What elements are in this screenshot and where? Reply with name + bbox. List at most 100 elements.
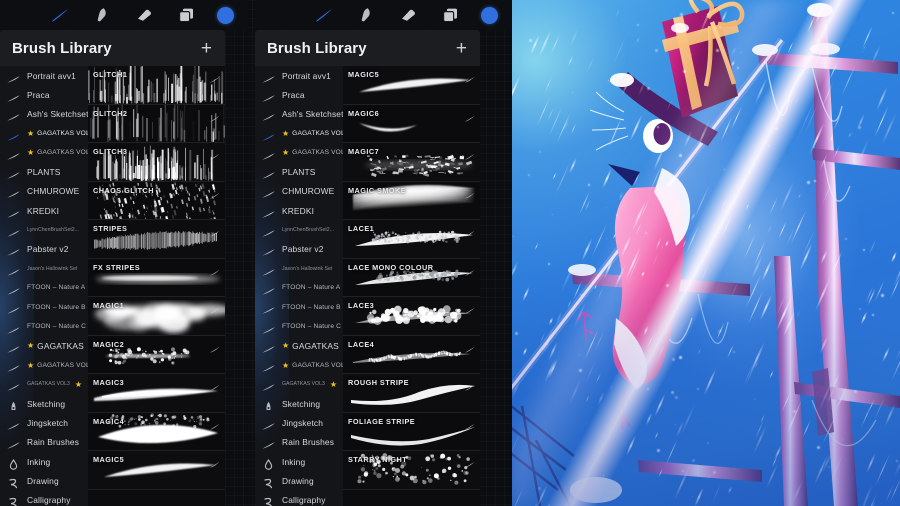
brush-item[interactable]: LACE MONO COLOUR: [343, 258, 480, 297]
brush-item[interactable]: MAGIC1: [88, 297, 225, 336]
brush-stroke-icon: [6, 341, 22, 353]
brush-library-panel-right: Brush Library + Portrait avv1 Praca Ash'…: [255, 30, 480, 506]
brush-item[interactable]: GLITCH2: [88, 104, 225, 143]
brush-stroke-icon: [261, 90, 277, 102]
brush-set-item[interactable]: FTOON – Nature C: [255, 317, 343, 336]
brush-item[interactable]: LACE1: [343, 220, 480, 259]
brush-name-label: MAGIC7: [348, 147, 380, 156]
brush-set-item[interactable]: Drawing: [0, 471, 88, 490]
brush-stroke-icon: [261, 109, 277, 121]
smudge-tool[interactable]: [91, 4, 113, 26]
brush-set-list[interactable]: Portrait avv1 Praca Ash's Sketchset ★ GAG…: [0, 66, 88, 506]
layers-tool[interactable]: [175, 4, 197, 26]
brush-item[interactable]: GLITCH1: [88, 66, 225, 105]
brush-set-item[interactable]: FTOON – Nature B: [0, 298, 88, 317]
brush-name-label: STARRY NIGHT: [348, 455, 408, 464]
brush-tool[interactable]: [49, 4, 71, 26]
brush-set-label: FTOON – Nature B: [282, 303, 341, 311]
artwork-canvas[interactable]: [512, 0, 900, 506]
brush-set-item[interactable]: ★ GAGATKAS VOL2: [0, 355, 88, 374]
brush-set-item[interactable]: Rain Brushes: [0, 433, 88, 452]
brush-set-item[interactable]: ★ GAGATKAS VOL2: [255, 355, 343, 374]
brush-set-item[interactable]: Jason's Hallowink Set: [0, 259, 88, 278]
brush-thumbnail-list[interactable]: MAGIC5 MAGIC6 MAGIC7 MAGIC SMOKE LACE1 L…: [343, 66, 480, 506]
brush-set-item[interactable]: Calligraphy: [0, 491, 88, 506]
brush-set-item[interactable]: GAGATKAS VOL3 ★: [0, 375, 88, 394]
brush-item[interactable]: MAGIC SMOKE: [343, 181, 480, 220]
brush-set-item[interactable]: Inking: [0, 452, 88, 471]
brush-set-item[interactable]: ★ GAGATKAS: [255, 336, 343, 355]
brush-set-item[interactable]: FTOON – Nature C: [0, 317, 88, 336]
brush-set-item[interactable]: CHMUROWE: [255, 182, 343, 201]
brush-set-item[interactable]: Jingsketch: [255, 413, 343, 432]
brush-set-item[interactable]: PLANTS: [0, 162, 88, 181]
brush-set-item[interactable]: ★ GAGATKAS VOL2: [0, 143, 88, 162]
brush-set-item[interactable]: GAGATKAS VOL3 ★: [255, 375, 343, 394]
brush-stroke-icon: [6, 322, 22, 334]
brush-item[interactable]: GLITCH3: [88, 143, 225, 182]
panel-body: Portrait avv1 Praca Ash's Sketchset ★ GAG…: [0, 66, 225, 506]
brush-set-item[interactable]: ★ GAGATKAS: [0, 336, 88, 355]
brush-set-item[interactable]: Inking: [255, 452, 343, 471]
brush-set-item[interactable]: Sketching: [0, 394, 88, 413]
eraser-tool[interactable]: [133, 4, 155, 26]
brush-tool[interactable]: [313, 4, 335, 26]
brush-item[interactable]: MAGIC2: [88, 335, 225, 374]
brush-set-item[interactable]: Portrait avv1: [255, 66, 343, 85]
brush-item[interactable]: MAGIC5: [343, 66, 480, 105]
brush-icon: [52, 9, 68, 22]
add-brush-icon[interactable]: +: [456, 39, 467, 58]
brush-item[interactable]: LACE4: [343, 335, 480, 374]
color-tool[interactable]: [217, 6, 234, 24]
eraser-icon: [138, 9, 151, 21]
brush-set-item[interactable]: Drawing: [255, 471, 343, 490]
brush-set-item[interactable]: LynnChenBrushSet2...: [0, 220, 88, 239]
layers-icon: [442, 8, 457, 23]
eraser-tool[interactable]: [397, 4, 419, 26]
squiggle-icon: [6, 495, 22, 506]
smudge-tool[interactable]: [355, 4, 377, 26]
brush-set-item[interactable]: Sketching: [255, 394, 343, 413]
brush-set-item[interactable]: Ash's Sketchset: [255, 105, 343, 124]
brush-set-item[interactable]: ★ GAGATKAS VOL4: [255, 124, 343, 143]
brush-set-item[interactable]: LynnChenBrushSet2...: [255, 220, 343, 239]
brush-set-item[interactable]: PLANTS: [255, 162, 343, 181]
brush-set-item[interactable]: FTOON – Nature A: [255, 278, 343, 297]
brush-item[interactable]: MAGIC7: [343, 143, 480, 182]
brush-set-item[interactable]: Rain Brushes: [255, 433, 343, 452]
brush-set-item[interactable]: FTOON – Nature A: [0, 278, 88, 297]
layers-tool[interactable]: [439, 4, 461, 26]
brush-set-label: Jingsketch: [282, 417, 324, 428]
brush-item[interactable]: FX STRIPES: [88, 258, 225, 297]
brush-set-item[interactable]: CHMUROWE: [0, 182, 88, 201]
brush-set-item[interactable]: Pabster v2: [0, 240, 88, 259]
brush-set-list[interactable]: Portrait avv1 Praca Ash's Sketchset ★ GAG…: [255, 66, 343, 506]
brush-set-item[interactable]: FTOON – Nature B: [255, 298, 343, 317]
brush-item[interactable]: STRIPES: [88, 220, 225, 259]
brush-set-item[interactable]: ★ GAGATKAS VOL4: [0, 124, 88, 143]
brush-thumbnail-list[interactable]: GLITCH1 GLITCH2 GLITCH3 CHAOS GLITCH STR…: [88, 66, 225, 506]
brush-item[interactable]: MAGIC6: [343, 104, 480, 143]
brush-set-item[interactable]: KREDKI: [0, 201, 88, 220]
add-brush-icon[interactable]: +: [201, 39, 212, 58]
brush-set-item[interactable]: ★ GAGATKAS VOL2: [255, 143, 343, 162]
brush-item[interactable]: MAGIC5: [88, 451, 225, 490]
brush-set-item[interactable]: Praca: [0, 85, 88, 104]
brush-set-item[interactable]: Ash's Sketchset: [0, 105, 88, 124]
brush-set-item[interactable]: Praca: [255, 85, 343, 104]
brush-item[interactable]: MAGIC3: [88, 374, 225, 413]
color-tool[interactable]: [481, 6, 498, 24]
brush-set-item[interactable]: Jason's Hallowink Set: [255, 259, 343, 278]
brush-item[interactable]: CHAOS GLITCH: [88, 181, 225, 220]
brush-item[interactable]: STARRY NIGHT: [343, 451, 480, 490]
brush-item[interactable]: LACE3: [343, 297, 480, 336]
brush-set-item[interactable]: Jingsketch: [0, 413, 88, 432]
brush-item[interactable]: FOLIAGE STRIPE: [343, 412, 480, 451]
brush-set-item[interactable]: KREDKI: [255, 201, 343, 220]
brush-item[interactable]: ROUGH STRIPE: [343, 374, 480, 413]
brush-set-item[interactable]: Portrait avv1: [0, 66, 88, 85]
brush-item[interactable]: MAGIC4: [88, 412, 225, 451]
star-icon: ★: [282, 129, 290, 139]
brush-set-item[interactable]: Pabster v2: [255, 240, 343, 259]
brush-set-item[interactable]: Calligraphy: [255, 491, 343, 506]
